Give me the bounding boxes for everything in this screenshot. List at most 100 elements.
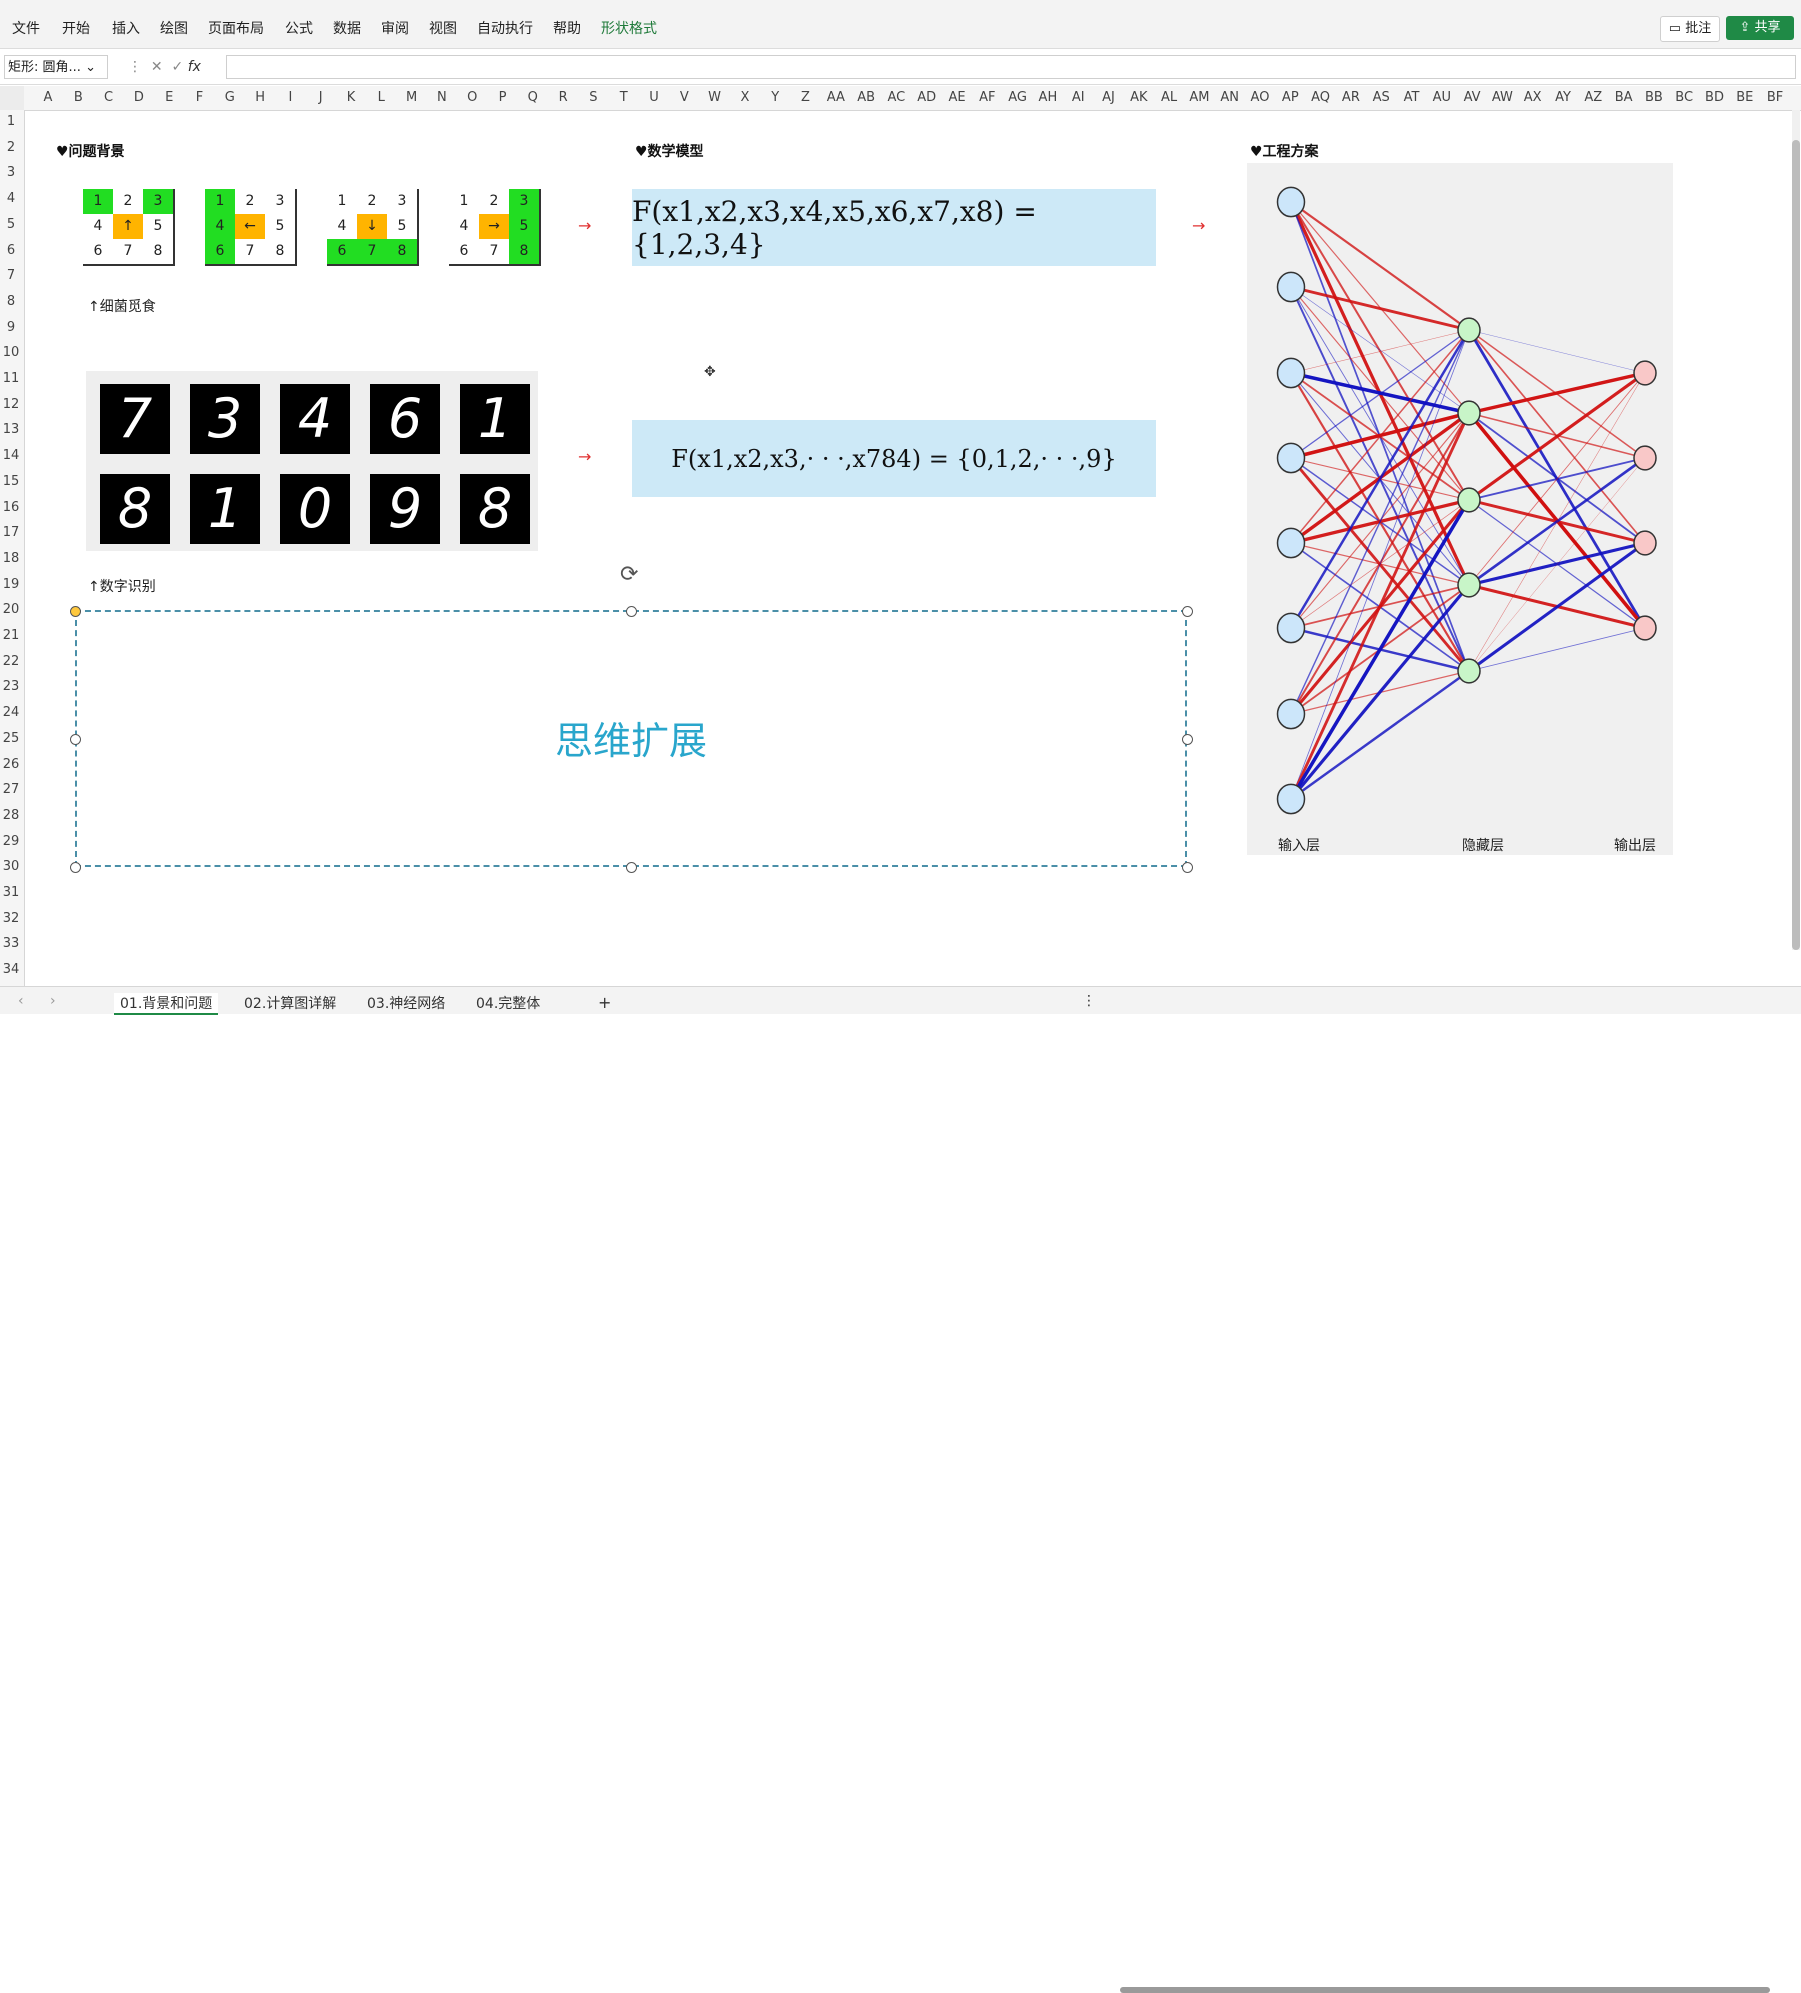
column-header-cell[interactable]: X <box>730 90 760 105</box>
resize-handle-top-right[interactable] <box>1182 606 1193 617</box>
adjust-handle[interactable] <box>70 606 81 617</box>
row-header-cell[interactable]: 17 <box>0 525 22 540</box>
menu-home[interactable]: 开始 <box>62 18 90 38</box>
column-header-cell[interactable]: AU <box>1427 90 1457 105</box>
column-header-cell[interactable]: V <box>669 90 699 105</box>
column-header-cell[interactable]: AW <box>1487 90 1517 105</box>
column-header-cell[interactable]: AD <box>912 90 942 105</box>
row-header-cell[interactable]: 8 <box>0 294 22 309</box>
menu-formulas[interactable]: 公式 <box>285 18 313 38</box>
row-header-cell[interactable]: 13 <box>0 422 22 437</box>
row-header-cell[interactable]: 5 <box>0 217 22 232</box>
menu-insert[interactable]: 插入 <box>112 18 140 38</box>
column-header-cell[interactable]: AT <box>1397 90 1427 105</box>
row-header-cell[interactable]: 23 <box>0 679 22 694</box>
column-header-cell[interactable]: S <box>578 90 608 105</box>
row-header-cell[interactable]: 18 <box>0 551 22 566</box>
horizontal-scroll-thumb[interactable] <box>1120 1987 1770 1993</box>
column-header-cell[interactable]: AG <box>1003 90 1033 105</box>
column-header-cell[interactable]: M <box>397 90 427 105</box>
column-header-cell[interactable]: AR <box>1336 90 1366 105</box>
column-header-cell[interactable]: N <box>427 90 457 105</box>
menu-view[interactable]: 视图 <box>429 18 457 38</box>
column-header-cell[interactable]: A <box>33 90 63 105</box>
column-header-cell[interactable]: BC <box>1669 90 1699 105</box>
column-header-cell[interactable]: D <box>124 90 154 105</box>
row-header-cell[interactable]: 1 <box>0 114 22 129</box>
share-button[interactable]: ⇪ 共享 <box>1726 16 1794 40</box>
column-header-cell[interactable]: AQ <box>1306 90 1336 105</box>
row-header-cell[interactable]: 34 <box>0 962 22 977</box>
column-header-cell[interactable]: AC <box>881 90 911 105</box>
column-header-cell[interactable]: AF <box>972 90 1002 105</box>
column-header-cell[interactable]: F <box>185 90 215 105</box>
row-header-cell[interactable]: 2 <box>0 140 22 155</box>
column-header-cell[interactable]: L <box>366 90 396 105</box>
confirm-icon[interactable]: ✓ <box>167 59 184 75</box>
column-header-cell[interactable]: O <box>457 90 487 105</box>
column-header-cell[interactable]: AO <box>1245 90 1275 105</box>
column-header-cell[interactable]: AX <box>1518 90 1548 105</box>
resize-handle-bottom-left[interactable] <box>70 862 81 873</box>
row-header-cell[interactable]: 33 <box>0 936 22 951</box>
column-header-cell[interactable]: Z <box>791 90 821 105</box>
column-header-cell[interactable]: AB <box>851 90 881 105</box>
column-header-cell[interactable]: AZ <box>1578 90 1608 105</box>
resize-handle-top[interactable] <box>626 606 637 617</box>
column-header-cell[interactable]: AP <box>1275 90 1305 105</box>
column-header-cell[interactable]: AV <box>1457 90 1487 105</box>
add-sheet-icon[interactable]: + <box>598 993 611 1012</box>
column-header-cell[interactable]: T <box>609 90 639 105</box>
column-header-cell[interactable]: AK <box>1124 90 1154 105</box>
column-header-cell[interactable]: E <box>154 90 184 105</box>
sheet-tab-3[interactable]: 03.神经网络 <box>367 993 445 1013</box>
row-header-cell[interactable]: 25 <box>0 731 22 746</box>
row-header-cell[interactable]: 20 <box>0 602 22 617</box>
tab-scroll-right-icon[interactable]: › <box>50 993 56 1009</box>
row-header-cell[interactable]: 31 <box>0 885 22 900</box>
cancel-icon[interactable]: ✕ <box>146 59 163 75</box>
menu-file[interactable]: 文件 <box>12 18 40 38</box>
column-header-cell[interactable]: U <box>639 90 669 105</box>
column-header-cell[interactable]: H <box>245 90 275 105</box>
menu-data[interactable]: 数据 <box>333 18 361 38</box>
column-header-cell[interactable]: C <box>94 90 124 105</box>
row-header-cell[interactable]: 21 <box>0 628 22 643</box>
column-header-cell[interactable]: BD <box>1700 90 1730 105</box>
column-header-cell[interactable]: BF <box>1760 90 1790 105</box>
sheet-tab-1[interactable]: 01.背景和问题 <box>114 993 219 1015</box>
row-header-cell[interactable]: 30 <box>0 859 22 874</box>
fx-icon[interactable]: fx <box>188 59 201 75</box>
row-header-cell[interactable]: 24 <box>0 705 22 720</box>
sheet-tab-2[interactable]: 02.计算图详解 <box>244 993 336 1013</box>
column-header-cell[interactable]: AY <box>1548 90 1578 105</box>
sheet-tab-4[interactable]: 04.完整体 <box>476 993 540 1013</box>
column-header-cell[interactable]: AE <box>942 90 972 105</box>
column-header-cell[interactable]: Y <box>760 90 790 105</box>
column-header-cell[interactable]: BA <box>1609 90 1639 105</box>
menu-help[interactable]: 帮助 <box>553 18 581 38</box>
column-header-cell[interactable]: J <box>306 90 336 105</box>
name-box[interactable]: 矩形: 圆角... ⌄ <box>4 55 108 79</box>
row-header-cell[interactable]: 4 <box>0 191 22 206</box>
column-header-cell[interactable]: AJ <box>1094 90 1124 105</box>
tab-scroll-left-icon[interactable]: ‹ <box>18 993 24 1009</box>
column-header-cell[interactable]: P <box>488 90 518 105</box>
rotate-handle-icon[interactable]: ⟳ <box>620 562 638 587</box>
row-header-cell[interactable]: 26 <box>0 757 22 772</box>
column-header-cell[interactable]: AA <box>821 90 851 105</box>
menu-draw[interactable]: 绘图 <box>160 18 188 38</box>
column-header-cell[interactable]: B <box>63 90 93 105</box>
column-header-cell[interactable]: K <box>336 90 366 105</box>
row-header-cell[interactable]: 14 <box>0 448 22 463</box>
row-header-cell[interactable]: 19 <box>0 577 22 592</box>
column-header-cell[interactable]: R <box>548 90 578 105</box>
row-header-cell[interactable]: 22 <box>0 654 22 669</box>
more-icon[interactable]: ⋮ <box>1082 993 1096 1009</box>
column-header-cell[interactable]: I <box>275 90 305 105</box>
row-header-cell[interactable]: 10 <box>0 345 22 360</box>
menu-page-layout[interactable]: 页面布局 <box>208 18 264 38</box>
row-header-cell[interactable]: 28 <box>0 808 22 823</box>
row-header-cell[interactable]: 27 <box>0 782 22 797</box>
column-header-cell[interactable]: AN <box>1215 90 1245 105</box>
